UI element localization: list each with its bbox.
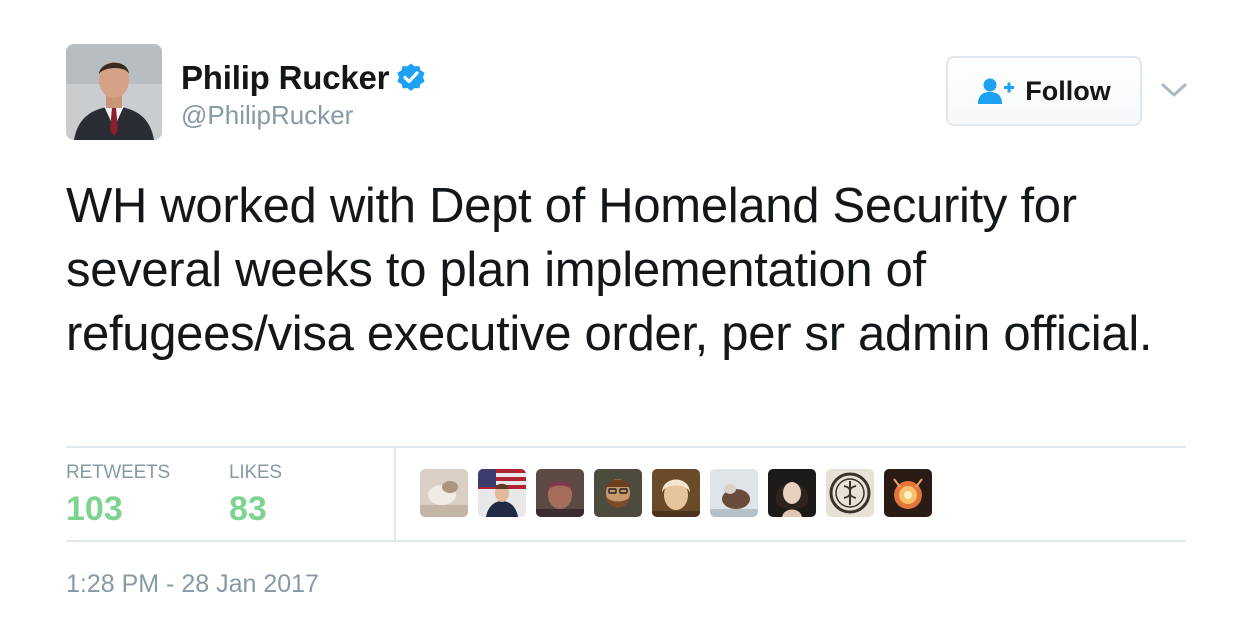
- liker-avatar[interactable]: [710, 469, 758, 517]
- liker-avatar[interactable]: [478, 469, 526, 517]
- liker-avatar[interactable]: [826, 469, 874, 517]
- tweet-timestamp[interactable]: 1:28 PM - 28 Jan 2017: [66, 570, 319, 599]
- liker-avatar-9-icon: [884, 469, 932, 517]
- divider: [66, 446, 1186, 448]
- divider: [66, 540, 1186, 542]
- liker-avatar-4-icon: [594, 469, 642, 517]
- liker-avatar[interactable]: [768, 469, 816, 517]
- liker-avatar-7-icon: [768, 469, 816, 517]
- liker-avatar-2-icon: [478, 469, 526, 517]
- liker-avatar-5-icon: [652, 469, 700, 517]
- liker-avatar[interactable]: [420, 469, 468, 517]
- likes-label: LIKES: [229, 462, 282, 483]
- likes-stat[interactable]: LIKES 83: [229, 462, 282, 529]
- liker-avatar-3-icon: [536, 469, 584, 517]
- retweets-label: RETWEETS: [66, 462, 170, 483]
- liker-avatar[interactable]: [884, 469, 932, 517]
- liker-avatar-1-icon: [420, 469, 468, 517]
- liker-avatar-8-icon: [826, 469, 874, 517]
- follow-button-label: Follow: [1025, 75, 1111, 106]
- retweets-count: 103: [66, 490, 123, 528]
- tweet-text: WH worked with Dept of Homeland Security…: [66, 179, 1153, 361]
- author-handle[interactable]: @PhilipRucker: [181, 100, 353, 131]
- liker-avatar[interactable]: [594, 469, 642, 517]
- follow-button[interactable]: Follow: [946, 56, 1142, 126]
- liker-avatars: [420, 469, 942, 517]
- liker-avatar-6-icon: [710, 469, 758, 517]
- divider: [394, 448, 396, 540]
- chevron-down-icon[interactable]: [1160, 80, 1188, 100]
- likes-count: 83: [229, 490, 267, 528]
- liker-avatar[interactable]: [652, 469, 700, 517]
- author-name[interactable]: Philip Rucker: [181, 58, 427, 98]
- retweets-stat[interactable]: RETWEETS 103: [66, 462, 170, 529]
- add-user-icon: [978, 78, 1015, 104]
- verified-badge-icon: [397, 63, 425, 91]
- liker-avatar[interactable]: [536, 469, 584, 517]
- author-avatar[interactable]: [66, 44, 162, 140]
- author-name-text: Philip Rucker: [181, 59, 390, 96]
- profile-photo-icon: [66, 44, 162, 140]
